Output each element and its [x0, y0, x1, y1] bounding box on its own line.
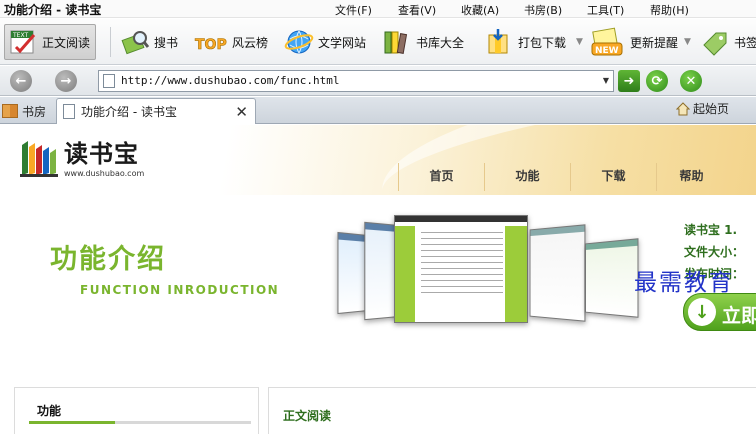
menu-help[interactable]: 帮助(H)	[650, 2, 713, 18]
section-title: 正文阅读	[283, 409, 332, 423]
library-icon	[382, 27, 412, 57]
url-field[interactable]: http://www.dushubao.com/func.html ▼	[98, 70, 614, 92]
svg-text:TOP: TOP	[195, 37, 227, 53]
url-text[interactable]: http://www.dushubao.com/func.html	[121, 74, 340, 87]
top-ranking-label: 风云榜	[232, 35, 269, 50]
back-arrow-icon: ←	[15, 73, 27, 89]
menu-tools[interactable]: 工具(T)	[587, 2, 650, 18]
logo-text: 读书宝	[64, 140, 139, 168]
feature-sidebar: 功能	[14, 387, 259, 434]
forward-button[interactable]: →	[55, 70, 77, 92]
tab-bookroom-label: 书房	[22, 104, 47, 119]
main-toolbar: TEXT 正文阅读 搜书 TOP 风云榜 文学网站 书库大全 打包下载 ▼ NE…	[0, 19, 756, 65]
svg-text:NEW: NEW	[595, 46, 619, 56]
menu-favorites[interactable]: 收藏(A)	[461, 2, 524, 18]
search-book-button[interactable]: 搜书	[120, 24, 178, 60]
file-size-label: 文件大小：	[684, 245, 745, 259]
screenshot-image	[585, 238, 639, 318]
new-update-button[interactable]: NEW 更新提醒	[590, 24, 678, 60]
literature-sites-label: 文学网站	[318, 35, 367, 50]
watermark: 最需教育	[634, 270, 734, 296]
literature-sites-icon	[284, 27, 314, 57]
nav-download[interactable]: 下载	[570, 163, 656, 191]
site-logo[interactable]: 读书宝 www.dushubao.com	[20, 139, 144, 178]
library-label: 书库大全	[416, 35, 465, 50]
chevron-down-icon[interactable]: ▼	[576, 37, 583, 47]
tab-bookroom[interactable]: 书房	[0, 100, 52, 122]
forward-arrow-icon: →	[60, 73, 72, 89]
bookmark-tag-icon	[700, 27, 730, 57]
hero-subtitle: FUNCTION INRODUCTION	[80, 283, 280, 297]
svg-text:TEXT: TEXT	[12, 32, 28, 39]
close-icon: ✕	[685, 73, 697, 89]
screenshot-image	[529, 224, 586, 322]
book-icon	[2, 104, 18, 118]
package-download-button[interactable]: 打包下载	[484, 24, 566, 60]
home-page-button[interactable]: 起始页	[675, 100, 730, 117]
chevron-down-icon[interactable]: ▼	[684, 37, 691, 47]
go-arrow-icon: ➜	[623, 73, 635, 89]
title-bar: 功能介绍 - 读书宝 文件(F) 查看(V) 收藏(A) 书房(B) 工具(T)…	[0, 0, 756, 18]
toolbar-separator	[110, 27, 111, 57]
top-ranking-icon: TOP	[194, 27, 228, 57]
text-read-button[interactable]: TEXT 正文阅读	[4, 24, 97, 60]
search-book-label: 搜书	[154, 35, 179, 50]
chevron-down-icon[interactable]: ▼	[603, 76, 609, 85]
page-icon	[103, 74, 115, 88]
window-title: 功能介绍 - 读书宝	[4, 3, 102, 17]
menu-file[interactable]: 文件(F)	[335, 2, 398, 18]
home-icon	[675, 101, 691, 116]
site-nav: 首页 功能 下载 帮助	[398, 163, 726, 191]
refresh-icon: ⟳	[651, 73, 663, 89]
screenshot-gallery	[334, 213, 644, 333]
library-button[interactable]: 书库大全	[382, 24, 464, 60]
product-name: 读书宝 1.	[684, 223, 738, 237]
browser-window: 功能介绍 - 读书宝 文件(F) 查看(V) 收藏(A) 书房(B) 工具(T)…	[0, 0, 756, 434]
download-arrow-icon: ↓	[688, 298, 716, 326]
logo-url: www.dushubao.com	[64, 169, 145, 178]
new-update-label: 更新提醒	[630, 35, 679, 50]
stop-button[interactable]: ✕	[680, 70, 702, 92]
site-header: 读书宝 www.dushubao.com 首页 功能 下载 帮助	[0, 125, 756, 261]
sidebar-title: 功能	[37, 404, 62, 418]
tab-label: 功能介绍 - 读书宝	[81, 105, 177, 119]
literature-sites-button[interactable]: 文学网站	[284, 24, 366, 60]
close-tab-icon[interactable]: ✕	[235, 103, 248, 121]
package-download-icon	[484, 27, 514, 57]
feature-content: 正文阅读	[268, 387, 756, 434]
nav-help[interactable]: 帮助	[656, 163, 726, 191]
tab-function-intro[interactable]: 功能介绍 - 读书宝 ✕	[56, 98, 256, 124]
sidebar-underline	[29, 421, 251, 424]
bookmark-tag-button[interactable]: 书签	[700, 24, 756, 60]
go-button[interactable]: ➜	[618, 70, 640, 92]
screenshot-image	[394, 215, 528, 323]
top-ranking-button[interactable]: TOP 风云榜	[194, 24, 268, 60]
package-download-label: 打包下载	[518, 35, 567, 50]
home-label: 起始页	[693, 102, 730, 116]
back-button[interactable]: ←	[10, 70, 32, 92]
text-read-label: 正文阅读	[42, 35, 91, 50]
text-read-icon: TEXT	[8, 27, 38, 57]
refresh-button[interactable]: ⟳	[646, 70, 668, 92]
menu-bar: 文件(F) 查看(V) 收藏(A) 书房(B) 工具(T) 帮助(H)	[335, 2, 713, 18]
download-now-button[interactable]: ↓ 立即	[683, 293, 756, 331]
nav-features[interactable]: 功能	[484, 163, 570, 191]
logo-icon	[20, 139, 58, 177]
new-update-icon: NEW	[590, 27, 626, 57]
bookmark-tag-label: 书签	[734, 35, 756, 50]
address-bar: ← → http://www.dushubao.com/func.html ▼ …	[0, 66, 756, 96]
page-icon	[63, 104, 75, 119]
tab-bar: 书房 功能介绍 - 读书宝 ✕ 起始页	[0, 97, 756, 124]
search-book-icon	[120, 27, 150, 57]
download-label: 立即	[722, 305, 756, 327]
hero-title: 功能介绍	[50, 244, 166, 275]
nav-home[interactable]: 首页	[398, 163, 484, 191]
menu-bookroom[interactable]: 书房(B)	[524, 2, 587, 18]
menu-view[interactable]: 查看(V)	[398, 2, 461, 18]
